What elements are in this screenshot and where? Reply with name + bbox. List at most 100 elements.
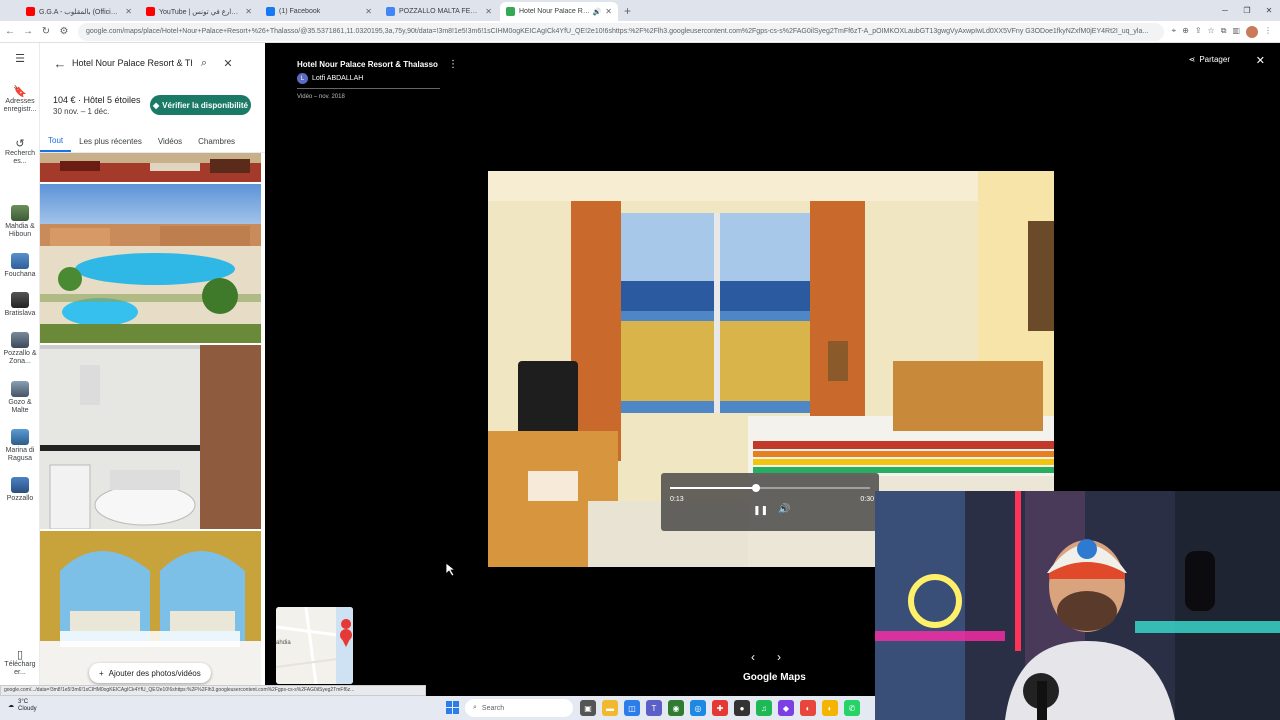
store-icon[interactable]: ◫ <box>624 700 640 716</box>
windows-start-icon[interactable] <box>446 701 459 714</box>
add-photos-button[interactable]: + Ajouter des photos/vidéos <box>89 663 211 683</box>
rail-item-pozzallo-zona[interactable]: Pozzallo & Zona... <box>0 332 40 366</box>
rail-item-pozzallo[interactable]: Pozzallo <box>0 477 40 503</box>
browser-tab-bar: G.G.A - بالمقلوب (Official Music✕YouTube… <box>0 0 1280 21</box>
place-thumbnail <box>11 477 29 493</box>
browser-tab[interactable]: G.G.A - بالمقلوب (Official Music✕ <box>20 2 138 21</box>
photo-thumbnail[interactable] <box>40 345 261 529</box>
restore-icon[interactable]: ❐ <box>1236 6 1258 15</box>
favicon-icon <box>26 7 35 16</box>
close-tab-icon[interactable]: ✕ <box>365 7 372 16</box>
taskbar-search[interactable]: ⌕ Search <box>465 699 573 717</box>
check-availability-button[interactable]: ◆ Vérifier la disponibilité <box>150 95 251 115</box>
search-icon[interactable]: ⌕ <box>192 57 216 70</box>
progress-knob[interactable] <box>752 484 760 492</box>
share-page-icon[interactable]: ⇪ <box>1195 26 1202 38</box>
browser-tab[interactable]: POZZALLO MALTA FERRY - Goo✕ <box>380 2 498 21</box>
extensions-icon[interactable]: ⧉ <box>1221 26 1227 38</box>
media-date: Vidéo – nov. 2018 <box>297 94 345 100</box>
tab-rooms[interactable]: Chambres <box>190 131 243 152</box>
back-arrow-icon[interactable]: ← <box>48 56 72 71</box>
photo-thumbnail[interactable] <box>40 184 261 343</box>
tab-all[interactable]: Tout <box>40 131 72 152</box>
rail-item-marina-ragusa[interactable]: Marina di Ragusa <box>0 429 40 463</box>
current-time: 0:13 <box>670 496 684 503</box>
close-icon[interactable]: ✕ <box>216 57 240 70</box>
audio-playing-icon[interactable]: 🔊 <box>593 8 602 16</box>
duration: 0:30 <box>860 496 874 503</box>
back-icon[interactable]: ← <box>2 26 18 37</box>
photo-thumbnail[interactable] <box>40 153 261 182</box>
rail-item-bratislava[interactable]: Bratislava <box>0 292 40 318</box>
rail-item-saved[interactable]: 🔖 Adresses enregistr... <box>0 86 40 114</box>
spotify-icon[interactable]: ♫ <box>756 700 772 716</box>
next-icon[interactable]: › <box>777 650 781 664</box>
new-tab-button[interactable]: + <box>624 4 631 18</box>
video-progress-bar[interactable] <box>670 484 870 492</box>
browser-tab[interactable]: (1) Facebook ✕ <box>260 2 378 21</box>
browser-menu-icon[interactable]: ⋮ <box>1264 26 1272 38</box>
chrome-icon[interactable]: ◐ <box>822 700 838 716</box>
file-explorer-icon[interactable]: ▬ <box>602 700 618 716</box>
forward-icon[interactable]: → <box>20 26 36 37</box>
rail-item-fouchana[interactable]: Fouchana <box>0 253 40 279</box>
rail-item-mahdia[interactable]: Mahdia & Hiboun <box>0 205 40 239</box>
profile-avatar[interactable] <box>1246 25 1258 38</box>
author[interactable]: L Lotfi ABDALLAH <box>297 73 363 84</box>
window-controls: ─ ❐ ✕ <box>1214 0 1280 21</box>
dining-room-photo <box>40 531 261 685</box>
plus-icon: + <box>99 668 104 678</box>
sidepanel-icon[interactable]: ▥ <box>1232 26 1240 38</box>
tab-videos[interactable]: Vidéos <box>150 131 190 152</box>
minimap-label: ahdia <box>276 640 291 646</box>
bookmark-star-icon[interactable]: ☆ <box>1208 26 1215 38</box>
pause-icon[interactable]: ❚❚ <box>753 505 768 516</box>
close-window-icon[interactable]: ✕ <box>1258 6 1280 15</box>
pool-photo <box>40 184 261 343</box>
previous-icon[interactable]: ‹ <box>751 650 755 664</box>
app-icon[interactable]: ◉ <box>668 700 684 716</box>
search-input[interactable] <box>72 58 192 68</box>
maps-left-rail: ☰ 🔖 Adresses enregistr... ↺ Recherch es.… <box>0 43 40 685</box>
whatsapp-icon[interactable]: ✆ <box>844 700 860 716</box>
bookmark-icon: 🔖 <box>13 86 27 98</box>
browser-tab[interactable]: Hotel Nour Palace Resort &🔊✕ <box>500 2 618 21</box>
menu-icon[interactable]: ☰ <box>0 54 40 65</box>
more-options-icon[interactable]: ⋮ <box>448 59 458 70</box>
zoom-icon[interactable]: ⊕ <box>1182 26 1189 38</box>
mouse-cursor-icon <box>446 563 456 577</box>
close-tab-icon[interactable]: ✕ <box>245 7 252 16</box>
rail-item-download[interactable]: ▯ Télécharg er... <box>0 650 40 677</box>
share-button[interactable]: ⋖ Partager <box>1189 55 1230 64</box>
divider <box>297 88 440 89</box>
close-tab-icon[interactable]: ✕ <box>125 7 132 16</box>
reload-icon[interactable]: ↻ <box>38 26 54 37</box>
task-view-icon[interactable]: ▣ <box>580 700 596 716</box>
rail-item-recent[interactable]: ↺ Recherch es... <box>0 139 40 166</box>
tag-icon: ◆ <box>153 100 160 110</box>
close-viewer-icon[interactable]: ✕ <box>1256 54 1265 67</box>
close-tab-icon[interactable]: ✕ <box>485 7 492 16</box>
rail-item-gozo[interactable]: Gozo & Malte <box>0 381 40 415</box>
chrome-icon[interactable]: ◐ <box>800 700 816 716</box>
weather-widget[interactable]: ☁ 3°C Cloudy <box>8 699 37 713</box>
favicon-icon <box>266 7 275 16</box>
minimap[interactable]: ahdia <box>276 607 353 684</box>
app-icon[interactable]: ✚ <box>712 700 728 716</box>
volume-icon[interactable]: 🔊 <box>778 504 790 515</box>
restaurant-photo <box>40 153 261 182</box>
tab-recent[interactable]: Les plus récentes <box>71 131 150 152</box>
app-icon[interactable]: ◎ <box>690 700 706 716</box>
app-icon[interactable]: ● <box>734 700 750 716</box>
location-icon[interactable]: ⌖ <box>1172 26 1177 38</box>
url-field[interactable]: google.com/maps/place/Hotel+Nour+Palace+… <box>78 22 1164 41</box>
teams-icon[interactable]: T <box>646 700 662 716</box>
stay-dates[interactable]: 30 nov. – 1 déc. <box>53 107 109 116</box>
site-info-icon[interactable]: ⚙ <box>56 26 72 37</box>
photo-thumbnail[interactable] <box>40 531 261 685</box>
minimize-icon[interactable]: ─ <box>1214 6 1236 15</box>
app-icon[interactable]: ◆ <box>778 700 794 716</box>
browser-tab[interactable]: YouTube | أكل الشوارع في تونس✕ <box>140 2 258 21</box>
favicon-icon <box>146 7 155 16</box>
close-tab-icon[interactable]: ✕ <box>605 7 612 16</box>
